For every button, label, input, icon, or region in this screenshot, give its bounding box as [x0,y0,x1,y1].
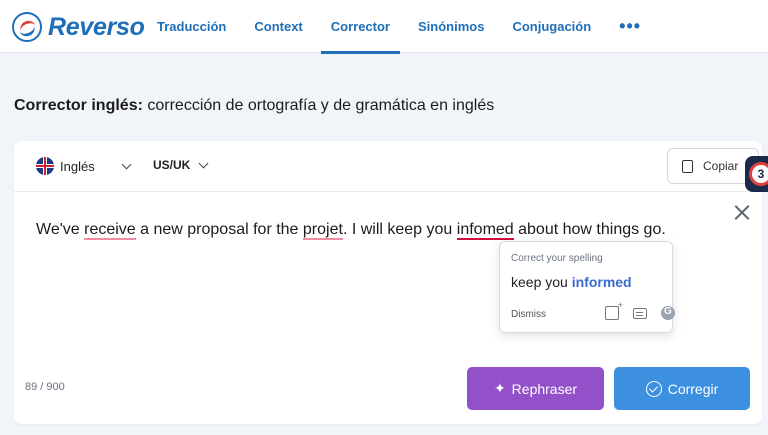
suggestion-actions [591,300,675,320]
suggestion-title: Correct your spelling [511,253,603,264]
top-navigation-bar: Reverso Traducción Context Corrector Sin… [0,0,768,54]
suggestion-prefix: keep you [511,274,572,290]
nav-item-traduccion[interactable]: Traducción [147,0,236,53]
editor-toolbar: Inglés US/UK Copiar [14,141,762,192]
character-counter: 89 / 900 [25,381,65,393]
rephraser-label: Rephraser [511,380,578,397]
add-to-dictionary-icon[interactable] [605,300,623,320]
page-title-bold: Corrector inglés: [14,97,143,114]
uk-flag-icon [36,157,54,175]
correct-label: Corregir [667,380,719,397]
nav-item-sinonimos[interactable]: Sinónimos [408,0,494,53]
feedback-icon[interactable] [633,308,647,319]
dismiss-button[interactable]: Dismiss [511,309,546,320]
spelling-error[interactable]: receive [84,221,136,240]
text-editor[interactable]: We've receive a new proposal for the pro… [36,215,726,244]
copy-label: Copiar [703,159,739,173]
more-menu-icon[interactable]: ••• [609,0,651,53]
suggestion-fix[interactable]: informed [572,274,632,290]
grammar-check-icon[interactable] [661,306,675,320]
text-segment: We've [36,221,85,238]
page-title: Corrector inglés: corrección de ortograf… [14,97,494,115]
nav-item-conjugacion[interactable]: Conjugación [502,0,601,53]
correct-button[interactable]: Corregir [614,367,750,410]
corrector-card: Inglés US/UK Copiar We've receive a new … [14,141,762,424]
copy-icon [678,159,693,176]
page-title-rest: corrección de ortografía y de gramática … [142,97,495,114]
variant-label: US/UK [153,158,191,172]
nav-item-context[interactable]: Context [244,0,312,53]
suggestion-popover: Correct your spelling keep you informed … [499,241,675,333]
spelling-error-active[interactable]: infomed [456,221,514,240]
language-selector[interactable]: Inglés [36,157,132,175]
sparkle-icon: ✦ [493,380,506,396]
suggestion-text[interactable]: keep you informed [511,274,632,290]
spelling-error[interactable]: projet [302,221,343,240]
clear-text-icon[interactable] [734,204,750,220]
nav-item-corrector[interactable]: Corrector [320,0,401,54]
main-nav: Traducción Context Corrector Sinónimos C… [147,0,659,54]
reverso-logo-icon [12,12,42,42]
chevron-down-icon [121,159,132,169]
text-segment: a new proposal for the [135,221,303,238]
brand-name: Reverso [48,12,145,41]
text-segment: about how things go. [513,221,666,238]
extension-badge[interactable]: 3 [745,156,768,192]
error-count-badge: 3 [749,162,768,186]
rephraser-button[interactable]: ✦ Rephraser [467,367,604,410]
text-segment: . I will keep you [342,221,457,238]
reverso-logo[interactable]: Reverso [12,12,145,42]
check-circle-icon [645,380,662,397]
chevron-down-icon [198,158,209,168]
variant-selector[interactable]: US/UK [153,158,209,172]
language-label: Inglés [60,158,95,174]
